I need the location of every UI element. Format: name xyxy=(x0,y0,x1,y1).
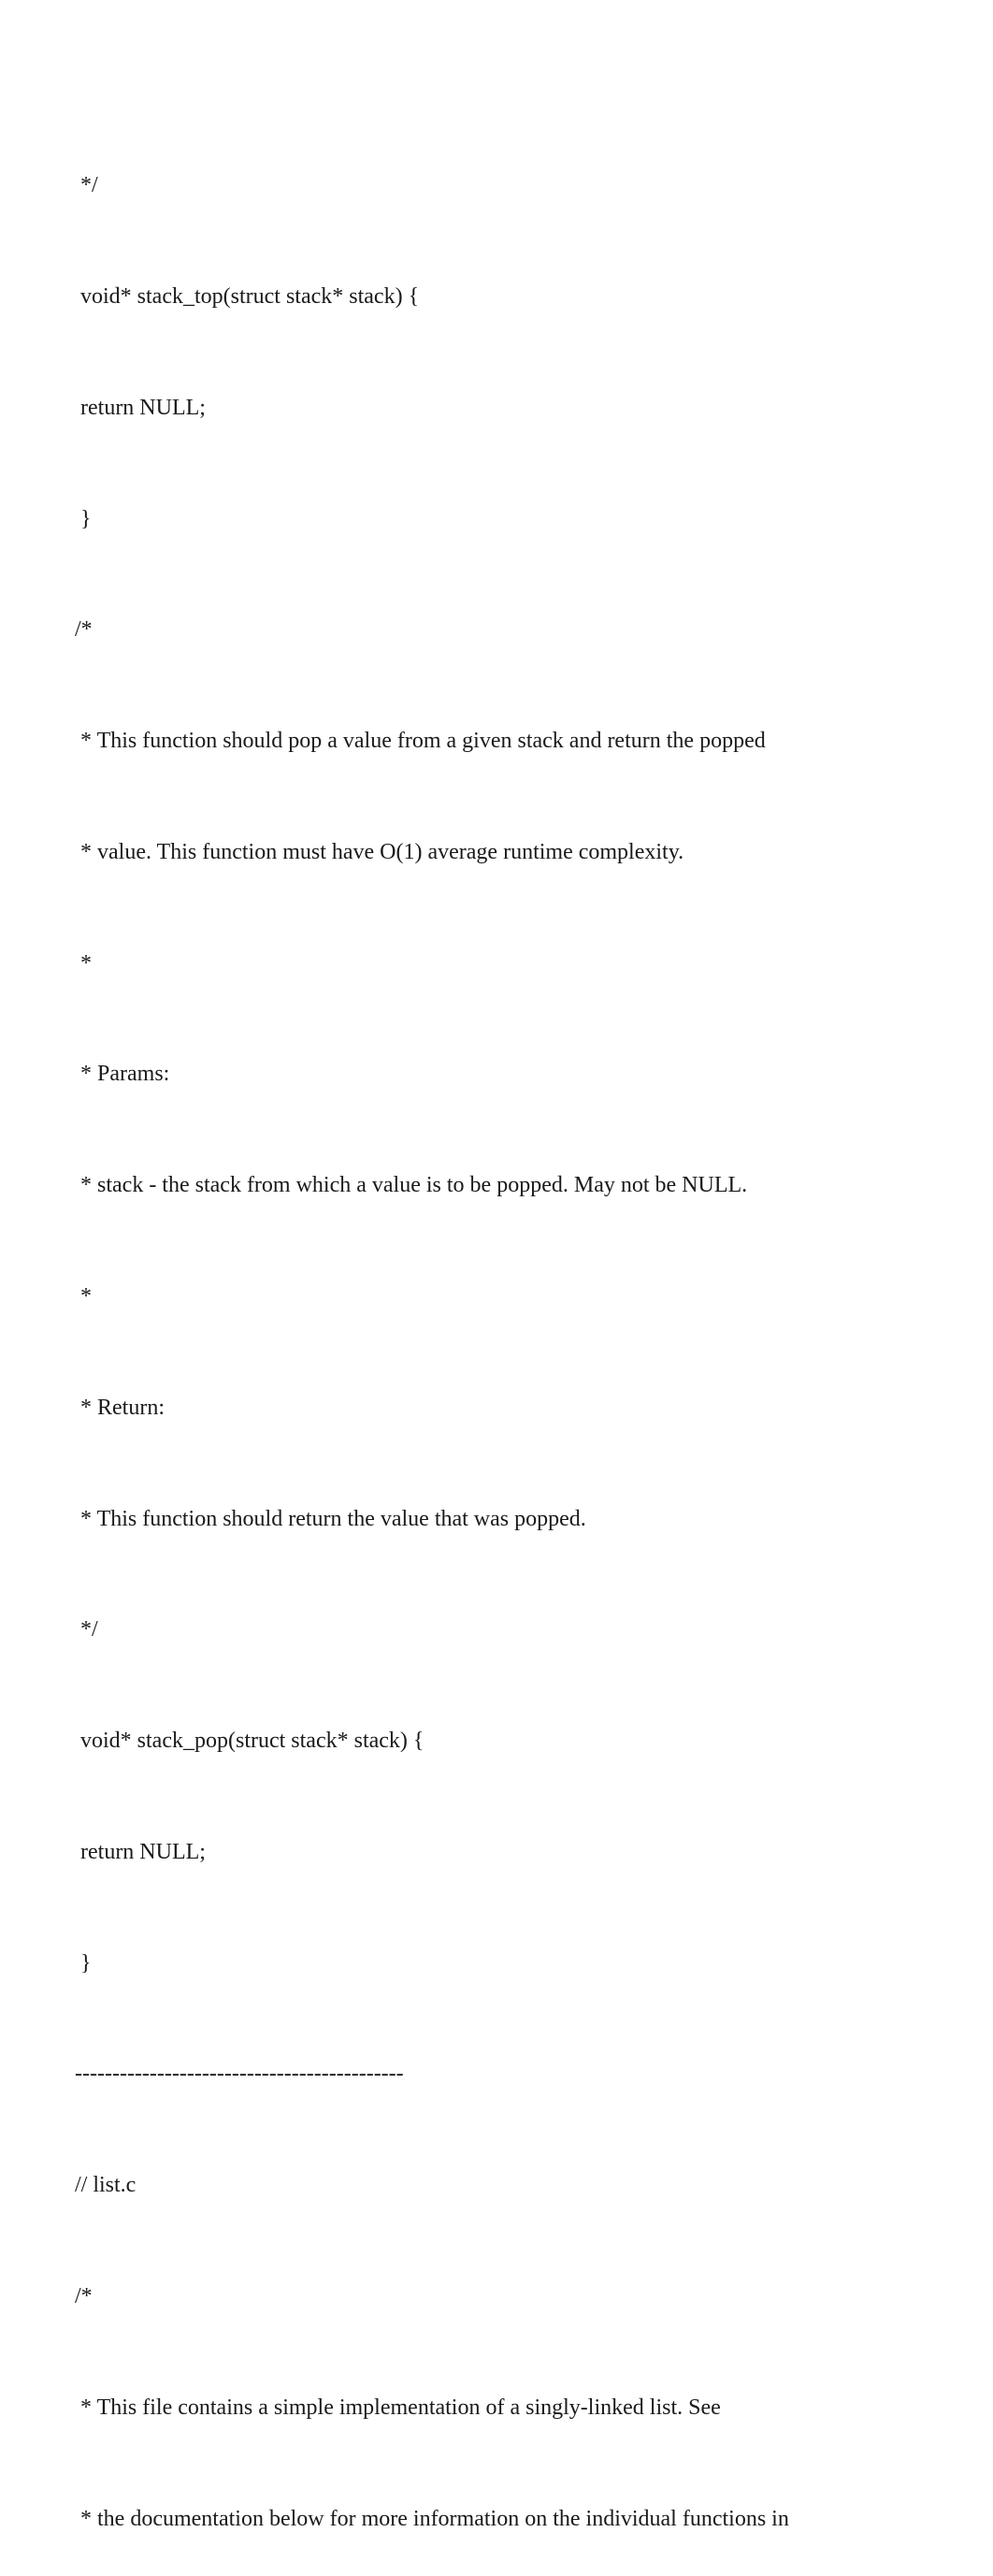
code-line: * Return: xyxy=(75,1390,909,1427)
code-document: */ void* stack_top(struct stack* stack) … xyxy=(75,94,909,2576)
code-line: void* stack_pop(struct stack* stack) { xyxy=(75,1723,909,1760)
code-line: /* xyxy=(75,612,909,649)
code-line: void* stack_top(struct stack* stack) { xyxy=(75,279,909,316)
code-line: * Params: xyxy=(75,1056,909,1093)
code-line: * This file contains a simple implementa… xyxy=(75,2390,909,2427)
code-line: ----------------------------------------… xyxy=(75,2056,909,2093)
code-line: * xyxy=(75,1279,909,1316)
code-line: // list.c xyxy=(75,2167,909,2205)
code-line: * This function should return the value … xyxy=(75,1501,909,1539)
code-line: * This function should pop a value from … xyxy=(75,723,909,760)
code-line: } xyxy=(75,1946,909,1983)
code-line: return NULL; xyxy=(75,1834,909,1872)
code-line: /* xyxy=(75,2279,909,2316)
code-line: * stack - the stack from which a value i… xyxy=(75,1167,909,1205)
code-line: */ xyxy=(75,1612,909,1649)
code-line: } xyxy=(75,501,909,539)
code-line: * xyxy=(75,946,909,983)
code-line: * value. This function must have O(1) av… xyxy=(75,834,909,872)
code-line: * the documentation below for more infor… xyxy=(75,2501,909,2539)
code-line: */ xyxy=(75,167,909,205)
code-line: return NULL; xyxy=(75,390,909,427)
